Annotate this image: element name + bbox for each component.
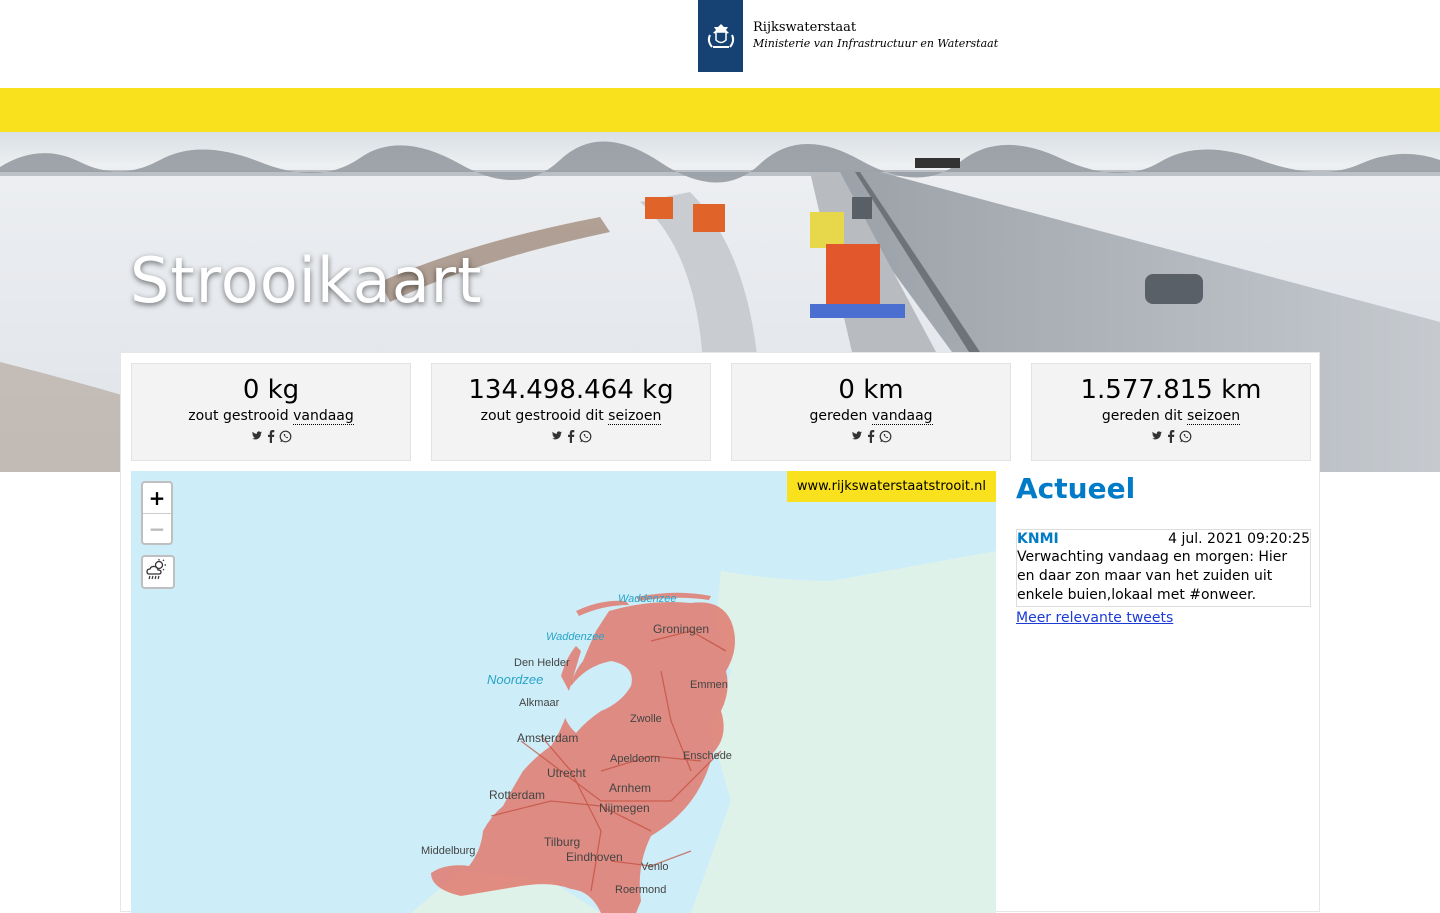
whatsapp-icon[interactable] <box>1179 430 1192 444</box>
tweet-timestamp: 4 jul. 2021 09:20:25 <box>1168 531 1310 547</box>
map-label: Amsterdam <box>517 731 579 745</box>
map-label: Eindhoven <box>566 850 623 864</box>
content-panel: 0 kg zout gestrooid vandaag 134.498.464 … <box>120 352 1320 913</box>
map-label: Alkmaar <box>519 697 560 709</box>
zoom-out-button[interactable]: − <box>143 513 171 543</box>
share-buttons <box>132 430 410 444</box>
map-label: Nijmegen <box>599 801 650 815</box>
map-label: Enschede <box>683 750 732 762</box>
stat-value: 0 kg <box>242 375 300 405</box>
map-label: Noordzee <box>487 672 544 687</box>
map-label: Utrecht <box>547 766 586 780</box>
twitter-icon[interactable] <box>251 430 263 444</box>
site-header: Rijkswaterstaat Ministerie van Infrastru… <box>0 0 1440 88</box>
stat-label: gereden vandaag <box>732 406 1010 426</box>
map-label: Apeldoorn <box>610 753 661 765</box>
map-label: Middelburg <box>421 845 476 857</box>
whatsapp-icon[interactable] <box>279 430 292 444</box>
facebook-icon[interactable] <box>865 430 877 444</box>
share-buttons <box>1032 430 1310 444</box>
yellow-bar <box>0 88 1440 132</box>
map-label: Waddenzee <box>546 631 605 643</box>
tweet-text: Verwachting vandaag en morgen: Hier en d… <box>1017 549 1288 603</box>
twitter-icon[interactable] <box>551 430 563 444</box>
stat-label-link[interactable]: vandaag <box>293 408 354 425</box>
stat-label-link[interactable]: vandaag <box>871 408 933 425</box>
map-label: Den Helder <box>514 657 570 669</box>
stat-salt-today: 0 kg zout gestrooid vandaag <box>131 363 411 461</box>
share-buttons <box>432 430 710 444</box>
map-label: Rotterdam <box>489 788 546 802</box>
zoom-control: + − <box>141 481 173 545</box>
twitter-icon[interactable] <box>851 430 863 444</box>
map-label: Zwolle <box>630 713 662 725</box>
actueel-heading: Actueel <box>1016 472 1136 505</box>
stat-label-text: gereden dit <box>1101 408 1187 424</box>
map-label: Arnhem <box>609 781 652 795</box>
ministry-name: Ministerie van Infrastructuur en Waterst… <box>753 37 999 50</box>
map-label: Tilburg <box>544 835 581 849</box>
stat-label-text: zout gestrooid dit <box>480 408 609 424</box>
map-label: Roermond <box>615 884 667 896</box>
stat-km-today: 0 km gereden vandaag <box>731 363 1011 461</box>
site-url-badge[interactable]: www.rijkswaterstaatstrooit.nl <box>786 471 996 502</box>
rijkswaterstaat-logo[interactable]: Rijkswaterstaat Ministerie van Infrastru… <box>698 0 998 72</box>
facebook-icon[interactable] <box>565 430 577 444</box>
stat-label-link[interactable]: seizoen <box>608 408 662 425</box>
map-label: Venlo <box>641 861 669 873</box>
stat-value: 1.577.815 km <box>1080 375 1262 405</box>
stat-label: zout gestrooid dit seizoen <box>432 406 710 426</box>
whatsapp-icon[interactable] <box>579 430 592 444</box>
stat-label-text: gereden <box>809 408 872 424</box>
map-label: Emmen <box>690 679 728 691</box>
twitter-icon[interactable] <box>1151 430 1163 444</box>
stat-value: 0 km <box>838 375 904 405</box>
weather-layer-button[interactable] <box>141 555 175 589</box>
stat-label-link[interactable]: seizoen <box>1186 408 1241 425</box>
weather-rain-icon <box>146 559 166 580</box>
org-name: Rijkswaterstaat <box>753 20 857 35</box>
stat-salt-season: 134.498.464 kg zout gestrooid dit seizoe… <box>431 363 711 461</box>
strooi-map[interactable]: Waddenzee Waddenzee Groningen Den Helder… <box>131 471 996 913</box>
stat-label: zout gestrooid vandaag <box>132 406 410 426</box>
facebook-icon[interactable] <box>1165 430 1177 444</box>
tweet-card[interactable]: KNMI 4 jul. 2021 09:20:25 Verwachting va… <box>1016 529 1311 607</box>
stat-value: 134.498.464 kg <box>468 375 674 405</box>
map-label: Groningen <box>653 622 710 636</box>
map-label: Waddenzee <box>618 593 677 605</box>
more-tweets-link[interactable]: Meer relevante tweets <box>1016 608 1173 628</box>
zoom-in-button[interactable]: + <box>143 483 171 513</box>
coat-of-arms-icon <box>698 0 743 72</box>
facebook-icon[interactable] <box>265 430 277 444</box>
whatsapp-icon[interactable] <box>879 430 892 444</box>
stat-km-season: 1.577.815 km gereden dit seizoen <box>1031 363 1311 461</box>
share-buttons <box>732 430 1010 444</box>
actueel-section: Actueel KNMI 4 jul. 2021 09:20:25 Verwac… <box>1016 471 1311 628</box>
page-title: Strooikaart <box>130 244 483 317</box>
stat-label-text: zout gestrooid <box>188 408 294 424</box>
stat-label: gereden dit seizoen <box>1032 406 1310 426</box>
tweet-author[interactable]: KNMI <box>1017 530 1059 548</box>
